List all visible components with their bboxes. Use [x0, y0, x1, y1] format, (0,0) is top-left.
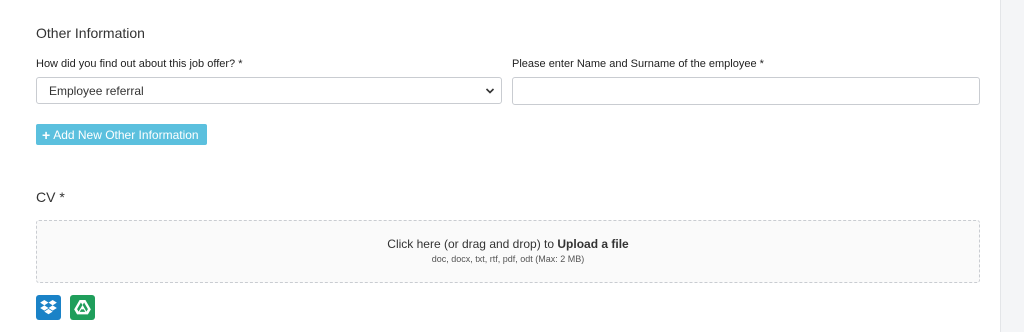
cv-title: CV *: [36, 189, 65, 205]
employee-name-input[interactable]: [512, 77, 980, 105]
dropbox-button[interactable]: [36, 295, 61, 320]
section-title: Other Information: [36, 25, 145, 41]
add-button-label: Add New Other Information: [53, 127, 199, 142]
dropzone-instruction: Click here (or drag and drop) to Upload …: [37, 237, 979, 251]
google-drive-icon: [74, 300, 91, 315]
source-select[interactable]: Employee referral: [36, 77, 502, 104]
google-drive-button[interactable]: [70, 295, 95, 320]
plus-icon: +: [42, 126, 51, 143]
dropzone-text: Click here (or drag and drop) to: [387, 237, 558, 251]
upload-file-link[interactable]: Upload a file: [557, 237, 628, 251]
source-select-value: Employee referral: [49, 83, 144, 98]
chevron-down-icon: [485, 87, 495, 94]
cv-dropzone[interactable]: Click here (or drag and drop) to Upload …: [36, 220, 980, 283]
employee-name-label: Please enter Name and Surname of the emp…: [512, 58, 764, 70]
dropbox-icon: [40, 300, 57, 315]
source-field-label: How did you find out about this job offe…: [36, 58, 243, 70]
dropzone-formats: doc, docx, txt, rtf, pdf, odt (Max: 2 MB…: [431, 254, 585, 264]
form-card: Other Information How did you find out a…: [0, 0, 1001, 332]
add-other-information-button[interactable]: + Add New Other Information: [36, 124, 207, 145]
